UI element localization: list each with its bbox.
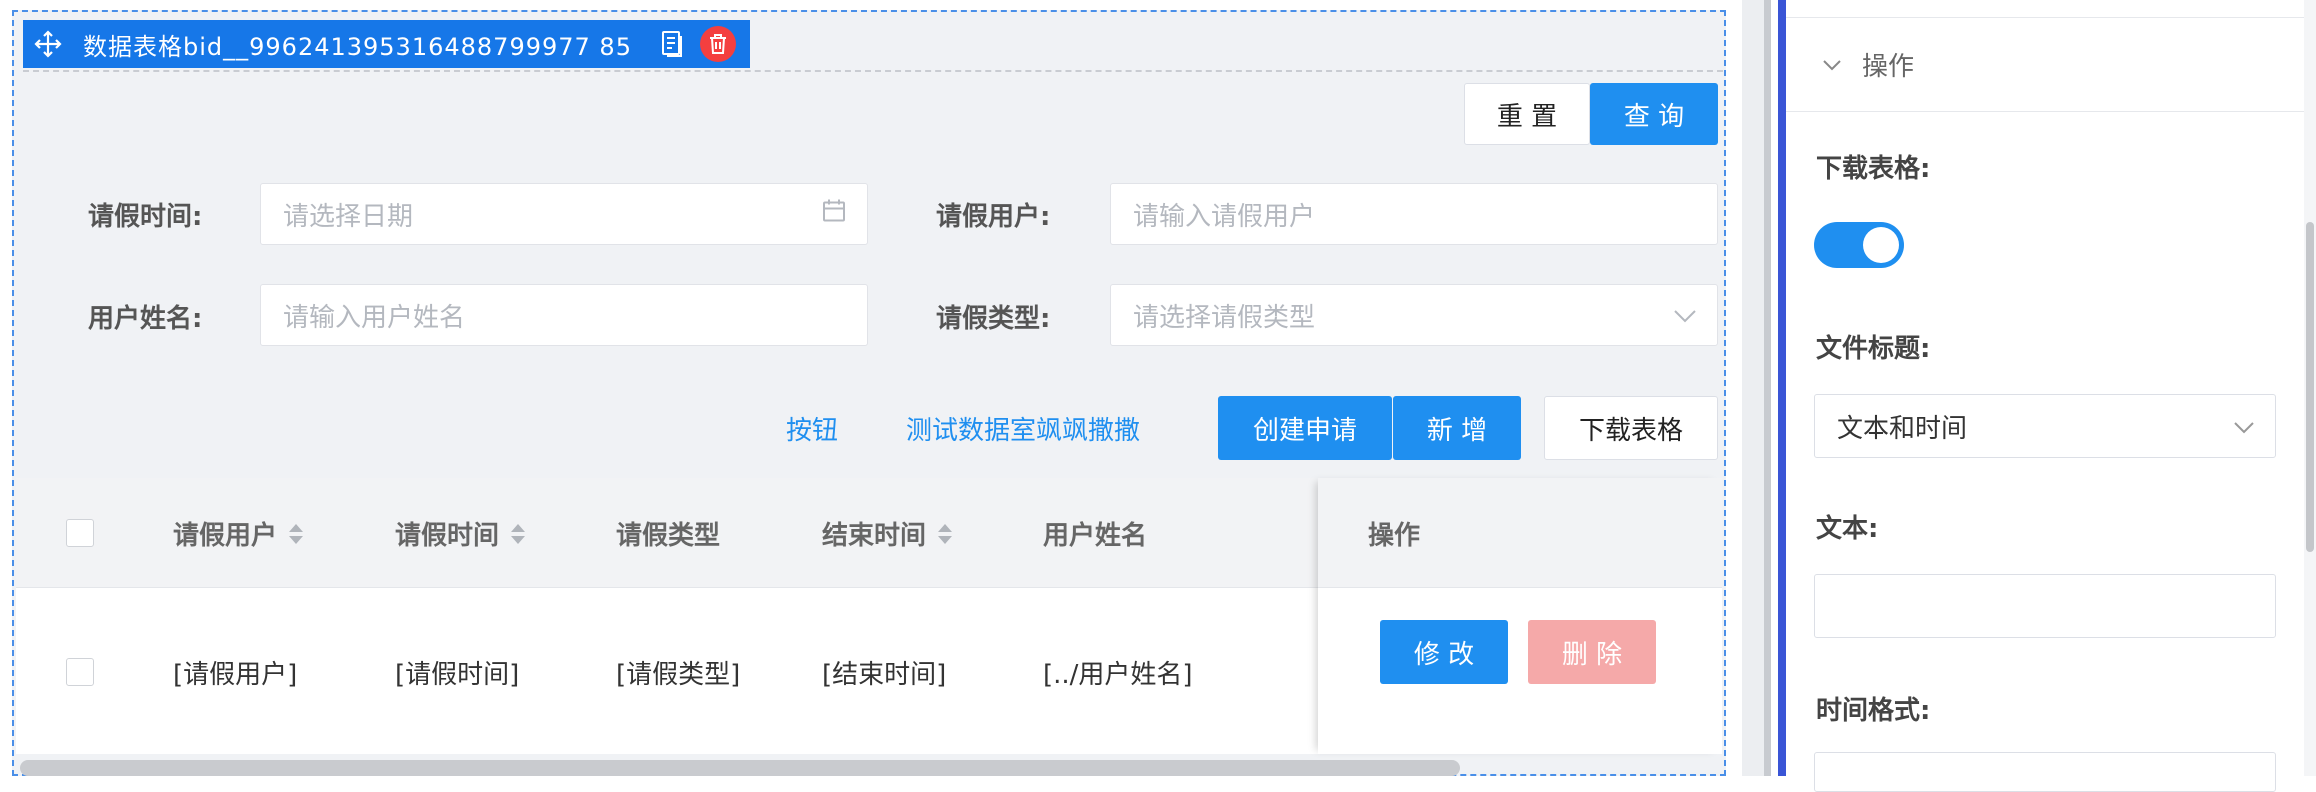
- fixed-actions-column: 操作 修 改 删 除: [1318, 478, 1722, 754]
- cell-leave-user: [请假用户]: [173, 660, 298, 690]
- column-header-leave-time[interactable]: 请假时间: [395, 515, 526, 552]
- time-format-select[interactable]: [1814, 752, 2276, 792]
- text-label: 文本:: [1816, 514, 1879, 544]
- trash-icon[interactable]: [699, 26, 736, 62]
- download-table-label: 下载表格:: [1816, 154, 1931, 184]
- time-format-label: 时间格式:: [1816, 696, 1931, 726]
- column-header-actions: 操作: [1368, 521, 1421, 551]
- splitter-gutter: [1742, 0, 1766, 776]
- chevron-down-icon: [2233, 411, 2255, 441]
- text-input[interactable]: [1814, 574, 2276, 638]
- cell-leave-type: [请假类型]: [616, 660, 741, 690]
- column-header-user-name: 用户姓名: [1043, 515, 1147, 552]
- column-title: 请假时间: [395, 521, 500, 551]
- leave-type-select[interactable]: 请选择请假类型: [1110, 284, 1718, 346]
- download-table-toggle[interactable]: [1814, 222, 1904, 268]
- reset-button[interactable]: 重 置: [1464, 83, 1590, 145]
- cell-user-name: [../用户姓名]: [1043, 660, 1193, 690]
- column-title: 结束时间: [822, 521, 927, 551]
- actions-column-body: 修 改 删 除: [1318, 589, 1722, 754]
- toggle-knob: [1863, 227, 1899, 263]
- file-title-label: 文件标题:: [1816, 334, 1931, 364]
- panel-top-divider: [1786, 0, 2304, 18]
- section-title: 操作: [1862, 52, 1915, 82]
- block-header-divider: [23, 70, 1723, 72]
- column-title: 请假用户: [173, 521, 278, 551]
- leave-time-date-picker[interactable]: 请选择日期: [260, 183, 868, 245]
- edit-button[interactable]: 修 改: [1380, 620, 1508, 684]
- designer-canvas: 数据表格bid__996241395316488799977 85 重 置 查 …: [0, 0, 1742, 776]
- column-header-leave-type: 请假类型: [616, 515, 720, 552]
- button-link[interactable]: 按钮: [786, 410, 838, 447]
- select-all-checkbox[interactable]: [66, 519, 94, 547]
- sort-icon[interactable]: [938, 520, 953, 548]
- panel-accent-border: [1778, 0, 1786, 776]
- actions-column-header: 操作: [1318, 478, 1722, 588]
- leave-type-placeholder: 请选择请假类型: [1133, 302, 1316, 333]
- chevron-down-icon: [1673, 300, 1697, 330]
- leave-user-label: 请假用户:: [936, 202, 1051, 232]
- leave-type-label: 请假类型:: [936, 304, 1051, 334]
- column-header-end-time[interactable]: 结束时间: [822, 515, 953, 552]
- create-application-button[interactable]: 创建申请: [1218, 396, 1392, 460]
- block-toolbar: 数据表格bid__996241395316488799977 85: [23, 20, 750, 68]
- copy-icon[interactable]: [658, 29, 688, 59]
- panel-scrollbar-thumb[interactable]: [2306, 222, 2314, 552]
- add-button[interactable]: 新 增: [1393, 396, 1521, 460]
- user-name-label: 用户姓名:: [88, 304, 203, 334]
- user-name-placeholder: 请输入用户姓名: [283, 302, 466, 333]
- test-data-link[interactable]: 测试数据室飒飒撒撒: [906, 410, 1140, 447]
- data-table: 请假用户 请假时间 请假类型 结束时间 用户姓名 [请假用户] [请假时间] […: [16, 478, 1722, 754]
- horizontal-scrollbar[interactable]: [20, 760, 1460, 776]
- calendar-icon: [821, 198, 847, 231]
- leave-time-label: 请假时间:: [88, 202, 203, 232]
- column-title: 用户姓名: [1043, 521, 1148, 551]
- move-icon[interactable]: [31, 27, 65, 61]
- sort-icon[interactable]: [511, 520, 526, 548]
- cell-end-time: [结束时间]: [822, 660, 947, 690]
- leave-time-placeholder: 请选择日期: [283, 201, 414, 232]
- user-name-input[interactable]: 请输入用户姓名: [260, 284, 868, 346]
- section-header-actions[interactable]: 操作: [1786, 18, 2304, 112]
- query-button[interactable]: 查 询: [1590, 83, 1718, 145]
- properties-panel: 操作 下载表格: 文件标题: 文本和时间 文本: 时间格式:: [1786, 0, 2316, 792]
- column-title: 请假类型: [616, 521, 721, 551]
- chevron-down-icon: [1820, 53, 1844, 77]
- file-title-select[interactable]: 文本和时间: [1814, 394, 2276, 458]
- block-title: 数据表格bid__996241395316488799977 85: [83, 32, 632, 61]
- cell-leave-time: [请假时间]: [395, 660, 520, 690]
- row-checkbox[interactable]: [66, 658, 94, 686]
- column-header-leave-user[interactable]: 请假用户: [173, 515, 304, 552]
- leave-user-input[interactable]: 请输入请假用户: [1110, 183, 1718, 245]
- sort-icon[interactable]: [289, 520, 304, 548]
- file-title-value: 文本和时间: [1837, 413, 1968, 444]
- delete-button[interactable]: 删 除: [1528, 620, 1656, 684]
- leave-user-placeholder: 请输入请假用户: [1133, 201, 1316, 232]
- splitter-handle[interactable]: [1764, 0, 1771, 776]
- download-table-button[interactable]: 下载表格: [1544, 396, 1718, 460]
